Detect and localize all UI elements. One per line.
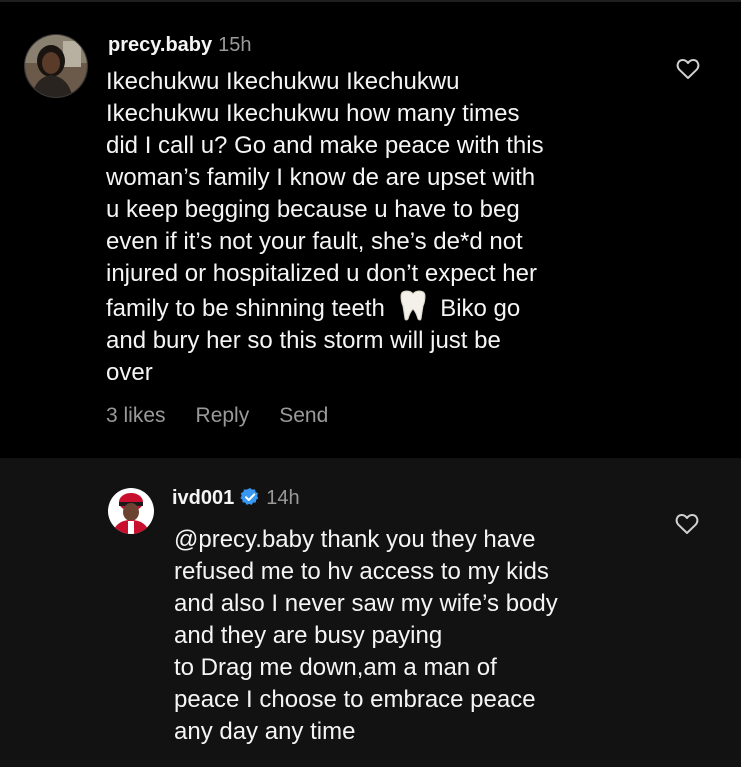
comment-actions: 3 likes Reply Send [106,404,358,428]
comment-text-fragment: Biko go [440,295,521,322]
comment-text: Ikechukwu Ikechukwu Ikechukwu Ikechukwu … [106,66,544,389]
comment-line: Ikechukwu Ikechukwu how many times [106,100,520,127]
comment-line: over [106,359,153,386]
reply-timestamp: 14h [266,487,300,509]
user-avatar[interactable] [108,488,154,534]
reply-line: to Drag me down,am a man of [174,654,497,681]
comment-line-with-emoji: family to be shinning teeth Biko go [106,290,544,325]
comment-line: injured or hospitalized u don’t expect h… [106,260,537,287]
likes-count[interactable]: 3 likes [106,404,166,427]
comment-line: Ikechukwu Ikechukwu Ikechukwu [106,68,460,95]
reply-item: ivd001 14h @precy.baby thank you they ha… [0,458,741,767]
tooth-emoji-icon [400,290,426,321]
heart-icon[interactable] [675,513,699,535]
reply-line: @precy.baby thank you they have [174,526,536,553]
comment-line: even if it’s not your fault, she’s de*d … [106,228,523,255]
reply-username[interactable]: ivd001 [172,487,234,509]
comment-line: and bury her so this storm will just be [106,327,501,354]
reply-line: peace I choose to embrace peace [174,686,536,713]
reply-line: any day any time [174,718,356,745]
reply-line: refused me to hv access to my kids [174,558,549,585]
send-button[interactable]: Send [279,404,328,427]
comment-text-fragment: family to be shinning teeth [106,295,385,322]
verified-badge-icon [240,487,259,505]
reply-line: and also I never saw my wife’s body [174,590,558,617]
reply-header: ivd001 14h [172,485,300,511]
avatar-photo-icon [108,488,154,534]
avatar-photo-icon [25,35,87,97]
reply-text: @precy.baby thank you they have refused … [174,524,558,748]
heart-icon[interactable] [676,58,700,80]
comment-username[interactable]: precy.baby [108,34,212,56]
reply-line: and they are busy paying [174,622,443,649]
user-avatar[interactable] [24,34,88,98]
comment-line: u keep begging because u have to beg [106,196,520,223]
comment-header: precy.baby 15h [108,32,252,58]
comment-line: woman’s family I know de are upset with [106,164,536,191]
comment-item: precy.baby 15h Ikechukwu Ikechukwu Ikechu… [0,2,741,458]
comment-line: did I call u? Go and make peace with thi… [106,132,544,159]
reply-button[interactable]: Reply [196,404,250,427]
comment-timestamp: 15h [218,34,252,56]
